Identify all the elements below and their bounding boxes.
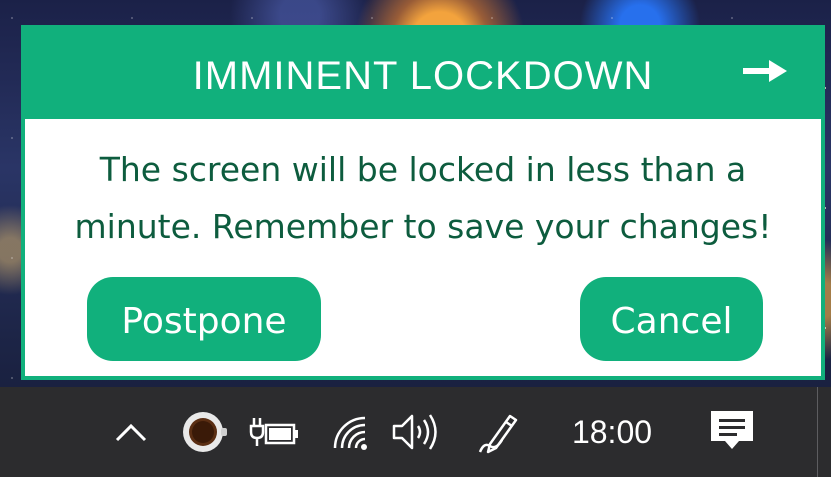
- message-line-2: minute. Remember to save your changes!: [74, 207, 772, 246]
- windows-ink-button[interactable]: [474, 387, 526, 477]
- action-center-button[interactable]: [700, 387, 764, 477]
- taskbar: 18:00: [0, 387, 831, 477]
- arrow-right-icon[interactable]: [741, 57, 789, 85]
- battery-charging-icon: [249, 418, 298, 446]
- volume-tray-button[interactable]: [388, 387, 446, 477]
- desktop: IMMINENT LOCKDOWN The screen will be loc…: [0, 0, 831, 477]
- message-line-1: The screen will be locked in less than a: [99, 150, 747, 189]
- notification-icon: [711, 411, 753, 449]
- dialog-header: IMMINENT LOCKDOWN: [25, 29, 821, 119]
- wifi-icon: [333, 416, 367, 450]
- dialog-message: The screen will be locked in less than a…: [25, 141, 821, 255]
- caffeine-tray-button[interactable]: [178, 387, 228, 477]
- taskbar-clock[interactable]: 18:00: [560, 387, 664, 477]
- lockdown-dialog: IMMINENT LOCKDOWN The screen will be loc…: [21, 25, 825, 380]
- volume-icon: [392, 414, 437, 450]
- battery-tray-button[interactable]: [245, 387, 303, 477]
- cancel-button[interactable]: Cancel: [580, 277, 763, 361]
- show-hidden-icons-button[interactable]: [108, 387, 154, 477]
- network-tray-button[interactable]: [326, 387, 372, 477]
- pen-icon: [478, 414, 518, 454]
- chevron-up-icon: [115, 423, 147, 442]
- postpone-button[interactable]: Postpone: [87, 277, 321, 361]
- coffee-cup-icon: [183, 412, 227, 452]
- dialog-title: IMMINENT LOCKDOWN: [192, 54, 654, 98]
- show-desktop-button[interactable]: [817, 387, 831, 477]
